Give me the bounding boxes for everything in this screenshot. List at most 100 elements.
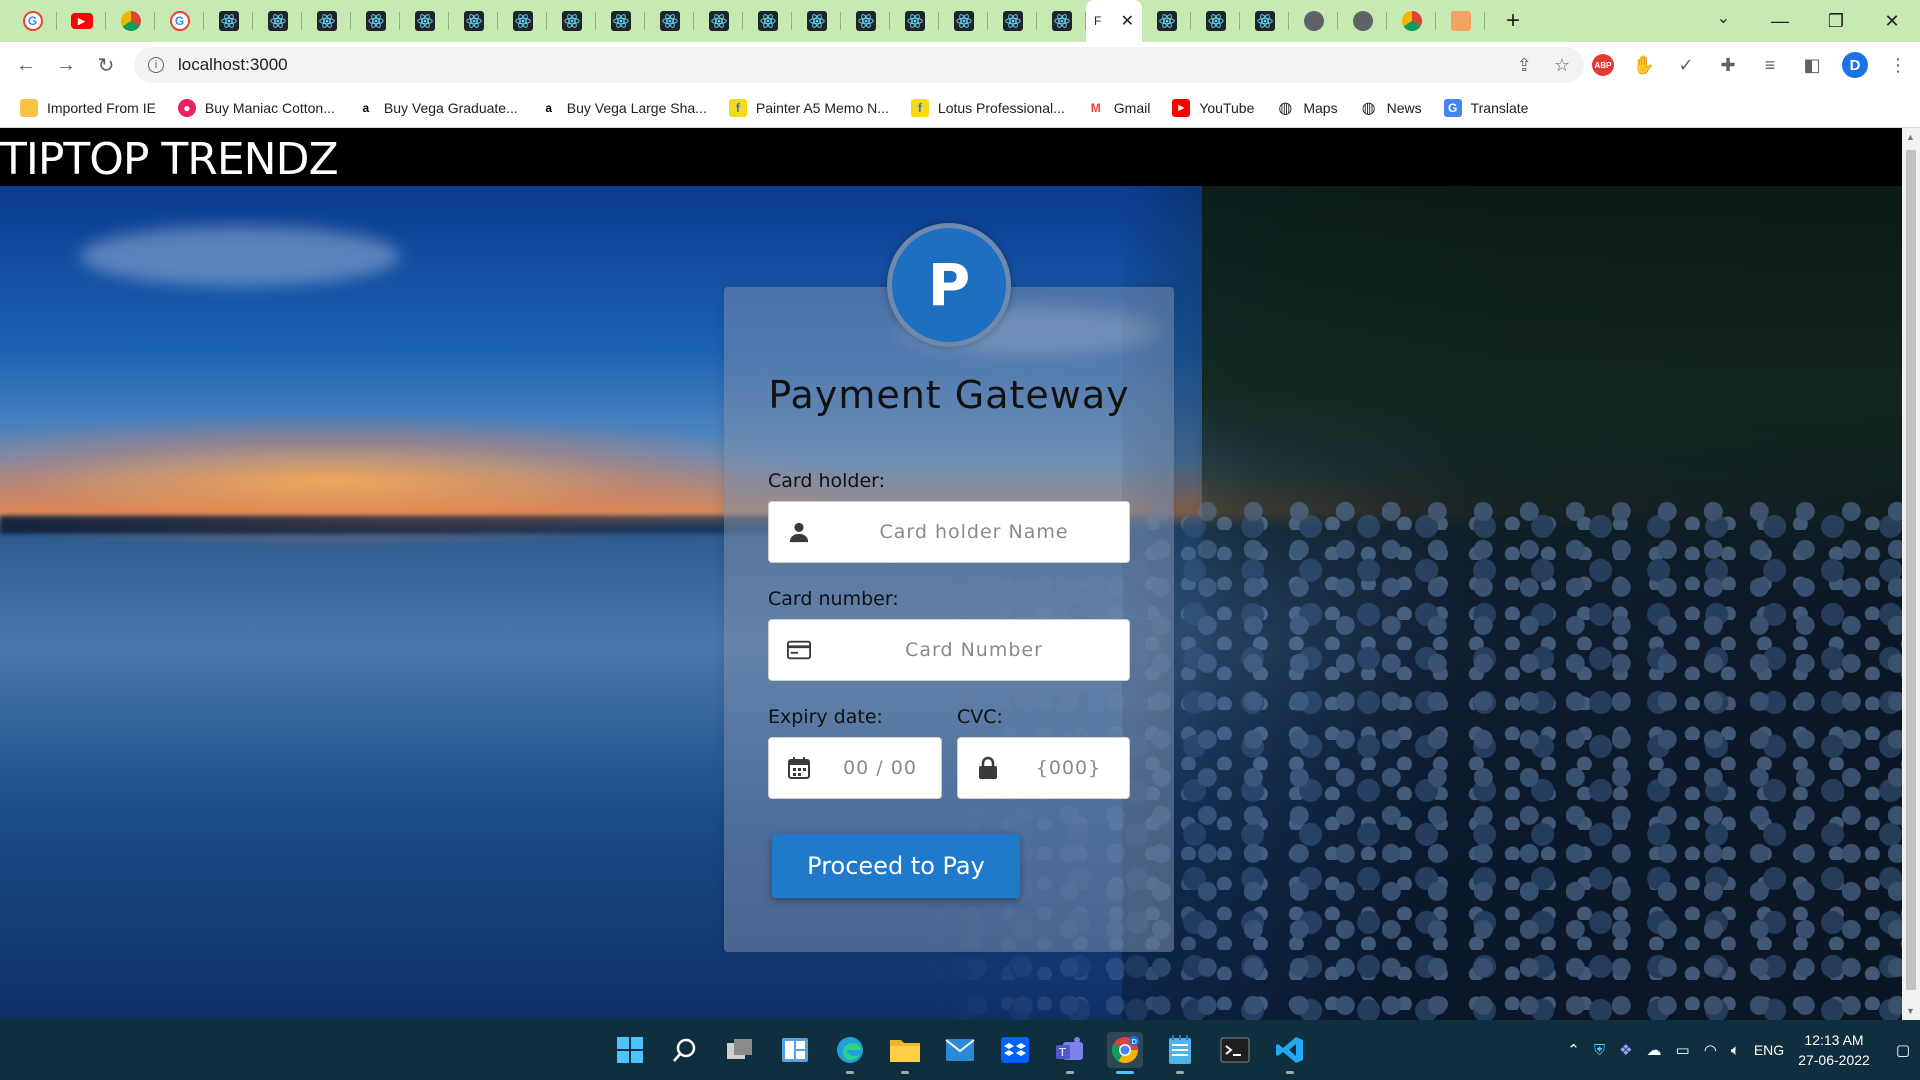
scroll-up-icon[interactable]: ▲ bbox=[1906, 132, 1915, 142]
scroll-down-icon[interactable]: ▼ bbox=[1906, 1006, 1915, 1016]
tab-react-app[interactable] bbox=[547, 0, 596, 42]
extensions-puzzle-icon[interactable]: ✚ bbox=[1716, 55, 1740, 76]
bookmark-star-icon[interactable]: ☆ bbox=[1554, 55, 1570, 76]
tab-react-app[interactable] bbox=[449, 0, 498, 42]
tab-search-icon[interactable]: ⌄ bbox=[1717, 8, 1730, 28]
tab-active[interactable]: F ✕ bbox=[1086, 0, 1142, 42]
teams-app[interactable]: T bbox=[1052, 1032, 1088, 1074]
proceed-to-pay-button[interactable]: Proceed to Pay bbox=[772, 834, 1020, 898]
notifications-icon[interactable]: ▢ bbox=[1896, 1041, 1910, 1059]
close-tab-icon[interactable]: ✕ bbox=[1121, 11, 1134, 31]
bookmark-item[interactable]: ● Buy Maniac Cotton... bbox=[177, 98, 335, 117]
bookmark-item[interactable]: ▶ YouTube bbox=[1172, 98, 1254, 117]
profile-avatar[interactable]: D bbox=[1842, 52, 1868, 78]
scrollbar-thumb[interactable] bbox=[1906, 150, 1916, 990]
bookmark-item[interactable]: M Gmail bbox=[1087, 99, 1151, 117]
side-panel-icon[interactable]: ◧ bbox=[1800, 55, 1824, 76]
reload-icon[interactable]: ↻ bbox=[86, 45, 126, 85]
bookmark-item[interactable]: G Translate bbox=[1443, 98, 1528, 117]
tab-globe[interactable] bbox=[1338, 0, 1387, 42]
site-info-icon[interactable]: i bbox=[148, 57, 164, 73]
tab-react-app[interactable] bbox=[351, 0, 400, 42]
teams-tray-icon[interactable]: ❖ bbox=[1619, 1041, 1632, 1059]
media-control-icon[interactable]: ≡ bbox=[1758, 55, 1782, 76]
widgets-button[interactable] bbox=[777, 1032, 813, 1068]
close-window-icon[interactable]: ✕ bbox=[1864, 11, 1920, 32]
clock[interactable]: 12:13 AM 27-06-2022 bbox=[1798, 1030, 1870, 1070]
show-hidden-icons-icon[interactable]: ⌃ bbox=[1567, 1041, 1580, 1059]
tab-google-2[interactable]: G bbox=[155, 0, 204, 42]
tab-react-app[interactable] bbox=[596, 0, 645, 42]
volume-icon[interactable]: 🔈︎ bbox=[1731, 1042, 1740, 1059]
tab-react-app[interactable] bbox=[841, 0, 890, 42]
tab-react-app[interactable] bbox=[1240, 0, 1289, 42]
battery-icon[interactable]: ▭ bbox=[1676, 1041, 1690, 1059]
tab-chrome[interactable] bbox=[106, 0, 155, 42]
expiry-field[interactable] bbox=[768, 737, 942, 799]
tab-react-app[interactable] bbox=[1037, 0, 1086, 42]
tab-react-app[interactable] bbox=[400, 0, 449, 42]
tab-react-app[interactable] bbox=[302, 0, 351, 42]
start-button[interactable] bbox=[612, 1032, 648, 1068]
minimize-icon[interactable]: — bbox=[1752, 11, 1808, 32]
notepad-app[interactable] bbox=[1162, 1032, 1198, 1074]
tab-google[interactable]: G bbox=[8, 0, 57, 42]
tab-react-app[interactable] bbox=[253, 0, 302, 42]
bookmark-item[interactable]: a Buy Vega Large Sha... bbox=[540, 99, 706, 117]
extension-hand-icon[interactable]: ✋ bbox=[1632, 55, 1656, 76]
address-bar[interactable]: i localhost:3000 ⇪ ☆ bbox=[134, 47, 1584, 83]
tab-react-app[interactable] bbox=[890, 0, 939, 42]
card-holder-input[interactable] bbox=[769, 502, 1129, 562]
card-number-field[interactable] bbox=[768, 619, 1130, 681]
globe-icon bbox=[1352, 11, 1373, 31]
dropbox-icon bbox=[1001, 1037, 1029, 1063]
bookmark-item[interactable]: ◍ Maps bbox=[1276, 99, 1337, 117]
wifi-icon[interactable]: ◠ bbox=[1704, 1041, 1717, 1059]
bookmark-item[interactable]: f Painter A5 Memo N... bbox=[728, 98, 889, 117]
tab-react-app[interactable] bbox=[792, 0, 841, 42]
tab-react-app[interactable] bbox=[1142, 0, 1191, 42]
card-number-input[interactable] bbox=[769, 620, 1129, 680]
card-holder-field[interactable] bbox=[768, 501, 1130, 563]
terminal-app[interactable] bbox=[1217, 1032, 1253, 1068]
tab-react-app[interactable] bbox=[743, 0, 792, 42]
extension-check-icon[interactable]: ✓ bbox=[1674, 55, 1698, 76]
tab-react-app[interactable] bbox=[1191, 0, 1240, 42]
mail-app[interactable] bbox=[942, 1032, 978, 1068]
search-button[interactable] bbox=[667, 1032, 703, 1068]
forward-icon[interactable]: → bbox=[46, 45, 86, 85]
url-text[interactable]: localhost:3000 bbox=[178, 55, 288, 75]
tab-chrome-2[interactable] bbox=[1387, 0, 1436, 42]
back-icon[interactable]: ← bbox=[6, 45, 46, 85]
task-view-button[interactable] bbox=[722, 1032, 758, 1068]
bookmark-item[interactable]: a Buy Vega Graduate... bbox=[357, 99, 518, 117]
new-tab-button[interactable]: + bbox=[1495, 3, 1531, 39]
tab-react-app[interactable] bbox=[204, 0, 253, 42]
tab-react-app[interactable] bbox=[694, 0, 743, 42]
dropbox-app[interactable] bbox=[997, 1032, 1033, 1068]
vscode-app[interactable] bbox=[1272, 1032, 1308, 1074]
cvc-field[interactable] bbox=[957, 737, 1130, 799]
adblock-icon[interactable]: ABP bbox=[1592, 54, 1614, 76]
tab-react-app[interactable] bbox=[645, 0, 694, 42]
tab-react-app[interactable] bbox=[988, 0, 1037, 42]
edge-app[interactable] bbox=[832, 1032, 868, 1074]
file-explorer-app[interactable] bbox=[887, 1032, 923, 1074]
defender-icon[interactable]: ⛨ bbox=[1594, 1042, 1605, 1059]
page-scrollbar[interactable]: ▲ ▼ bbox=[1902, 128, 1920, 1020]
tab-youtube[interactable]: ▶ bbox=[57, 0, 106, 42]
language-indicator[interactable]: ENG bbox=[1754, 1042, 1784, 1058]
tab-misc[interactable] bbox=[1436, 0, 1485, 42]
amazon-icon: a bbox=[545, 100, 553, 115]
restore-icon[interactable]: ❐ bbox=[1808, 11, 1864, 32]
tab-globe[interactable] bbox=[1289, 0, 1338, 42]
chrome-app[interactable]: D bbox=[1107, 1032, 1143, 1074]
tab-react-app[interactable] bbox=[939, 0, 988, 42]
tab-react-app[interactable] bbox=[498, 0, 547, 42]
bookmark-item[interactable]: Imported From IE bbox=[20, 98, 156, 117]
onedrive-icon[interactable]: ☁ bbox=[1647, 1041, 1662, 1059]
bookmark-item[interactable]: f Lotus Professional... bbox=[910, 98, 1065, 117]
share-icon[interactable]: ⇪ bbox=[1517, 55, 1532, 76]
bookmark-item[interactable]: ◍ News bbox=[1360, 99, 1422, 117]
menu-kebab-icon[interactable]: ⋮ bbox=[1886, 55, 1910, 76]
